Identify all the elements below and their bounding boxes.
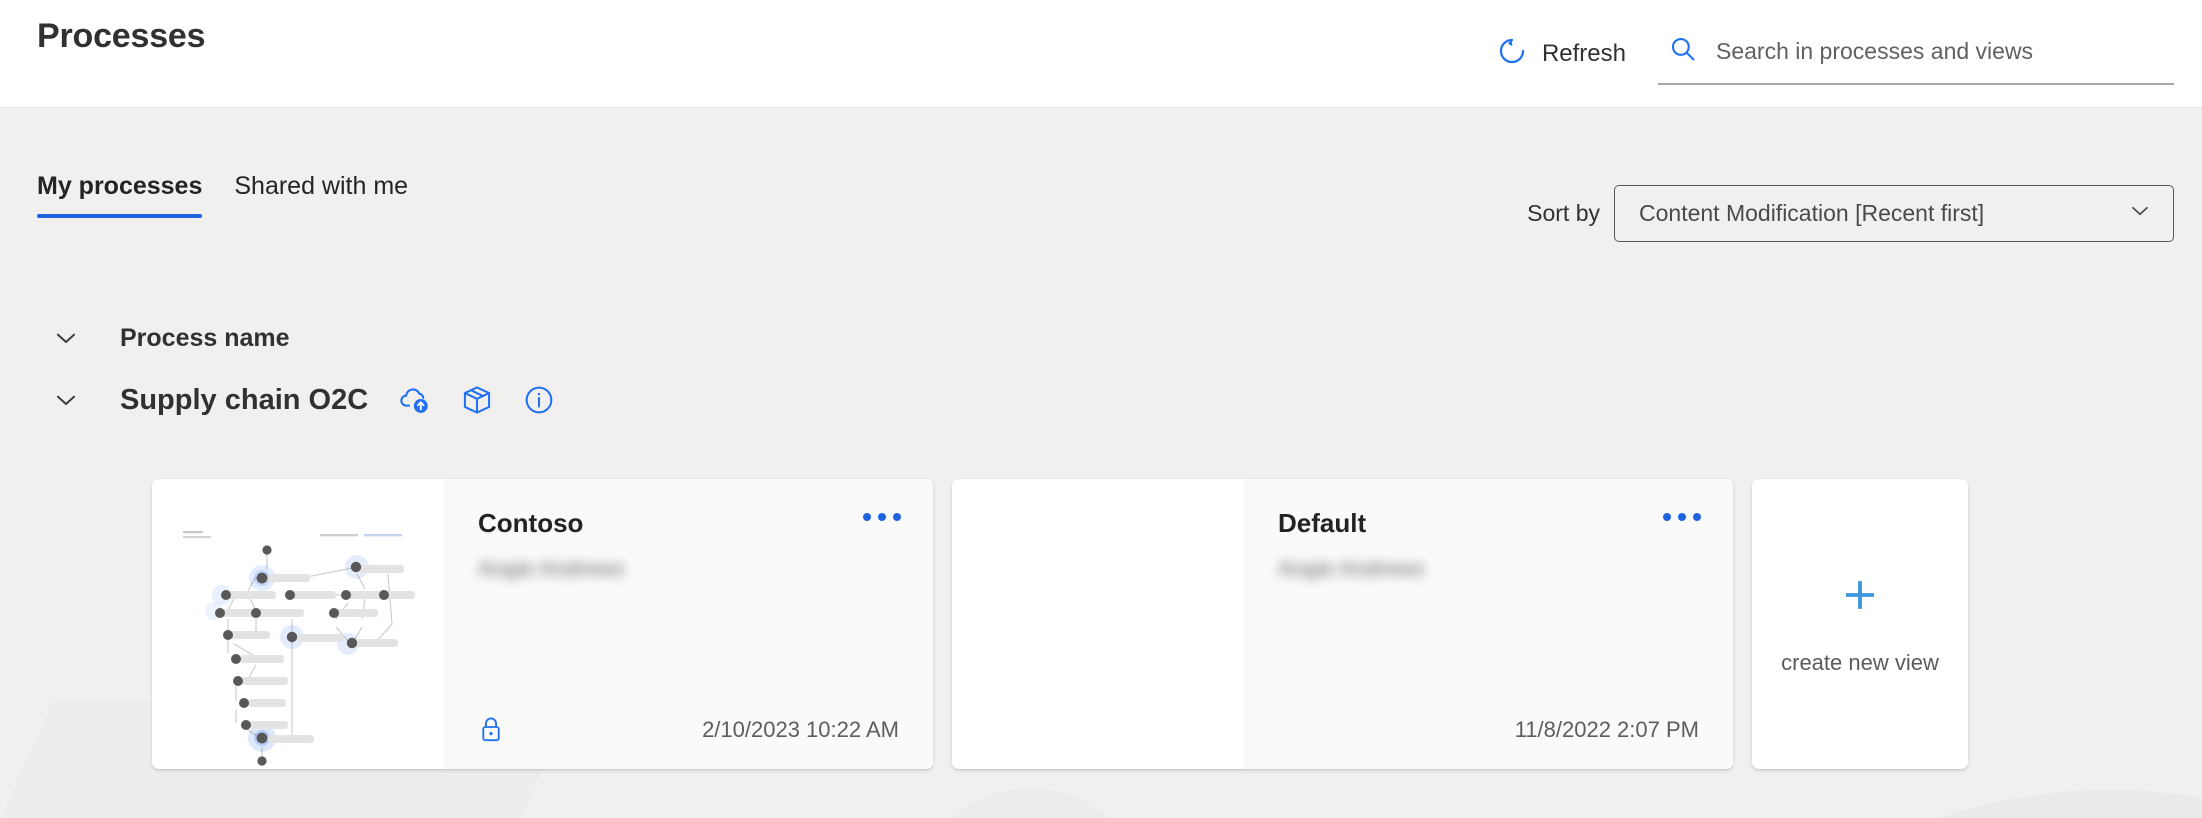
- tab-my-processes-label: My processes: [37, 172, 203, 200]
- cloud-upload-icon[interactable]: [396, 381, 434, 419]
- header-actions: Refresh Search in processes and views: [1487, 0, 2174, 107]
- sort-control: Sort by Content Modification [Recent fir…: [1527, 185, 2174, 242]
- process-name-header-label: Process name: [120, 323, 290, 352]
- page-title: Processes: [37, 17, 206, 55]
- sort-by-value: Content Modification [Recent first]: [1639, 200, 1985, 226]
- tab-shared-with-me-label: Shared with me: [234, 172, 409, 200]
- process-map-thumbnail: [152, 479, 444, 769]
- refresh-label: Refresh: [1541, 39, 1626, 67]
- view-card-author: Angie Andrews: [1278, 556, 1425, 581]
- refresh-button[interactable]: Refresh: [1487, 28, 1634, 79]
- view-card-author: Angie Andrews: [478, 556, 625, 581]
- tab-my-processes[interactable]: My processes: [37, 172, 203, 218]
- plus-icon: [1838, 573, 1882, 622]
- process-name-column-header: Process name: [48, 320, 290, 356]
- collapse-all-chevron-down-icon[interactable]: [48, 320, 84, 356]
- info-circle-icon[interactable]: [520, 381, 558, 419]
- tab-shared-with-me[interactable]: Shared with me: [234, 172, 408, 218]
- ellipsis-dot: [1678, 513, 1686, 521]
- lock-icon: [478, 715, 504, 745]
- process-action-icons: [396, 381, 558, 419]
- view-card-body: Default Angie Andrews 11/8/2022 2:07 PM: [1244, 479, 1733, 769]
- ellipsis-dot: [893, 513, 901, 521]
- process-collapse-chevron-down-icon[interactable]: [48, 382, 84, 418]
- lock-icon-placeholder: [1278, 715, 1304, 745]
- views-card-list: Contoso Angie Andrews 2/10/2023 10:22 AM: [152, 479, 1968, 769]
- view-card-footer: 2/10/2023 10:22 AM: [478, 713, 899, 747]
- ellipsis-dot: [1663, 513, 1671, 521]
- ellipsis-dot: [863, 513, 871, 521]
- view-card-default[interactable]: Default Angie Andrews 11/8/2022 2:07 PM: [952, 479, 1733, 769]
- package-box-icon[interactable]: [458, 381, 496, 419]
- view-card-contoso[interactable]: Contoso Angie Andrews 2/10/2023 10:22 AM: [152, 479, 933, 769]
- view-card-date: 11/8/2022 2:07 PM: [1514, 717, 1699, 742]
- search-icon: [1668, 34, 1698, 69]
- app-header: Processes Refresh Search in processes an…: [0, 0, 2202, 108]
- view-card-footer: 11/8/2022 2:07 PM: [1278, 713, 1699, 747]
- refresh-circular-arrow-icon: [1495, 34, 1529, 73]
- ellipsis-dot: [1693, 513, 1701, 521]
- background-shape-arc: [880, 788, 1180, 818]
- more-options-ellipsis-icon[interactable]: [1657, 507, 1707, 527]
- view-card-date: 2/10/2023 10:22 AM: [702, 717, 899, 742]
- ellipsis-dot: [878, 513, 886, 521]
- view-card-title: Contoso: [478, 508, 584, 538]
- view-card-title: Default: [1278, 508, 1367, 538]
- process-map-thumbnail-empty: [952, 479, 1244, 769]
- create-new-view-label: create new view: [1781, 649, 1939, 675]
- search-input[interactable]: Search in processes and views: [1716, 38, 2033, 65]
- processes-page: Processes Refresh Search in processes an…: [0, 0, 2202, 818]
- process-tabs: My processes Shared with me: [37, 172, 440, 218]
- sort-by-label: Sort by: [1527, 200, 1600, 226]
- view-card-body: Contoso Angie Andrews 2/10/2023 10:22 AM: [444, 479, 933, 769]
- more-options-ellipsis-icon[interactable]: [857, 507, 907, 527]
- search-box[interactable]: Search in processes and views: [1658, 34, 2174, 85]
- background-shape-circle: [1800, 790, 2202, 818]
- sort-by-dropdown[interactable]: Content Modification [Recent first]: [1614, 185, 2174, 242]
- background-line: [48, 800, 268, 803]
- chevron-down-icon: [2127, 198, 2153, 229]
- process-name: Supply chain O2C: [120, 383, 369, 416]
- create-new-view-card[interactable]: create new view: [1752, 479, 1968, 769]
- process-group-row: Supply chain O2C: [48, 381, 558, 419]
